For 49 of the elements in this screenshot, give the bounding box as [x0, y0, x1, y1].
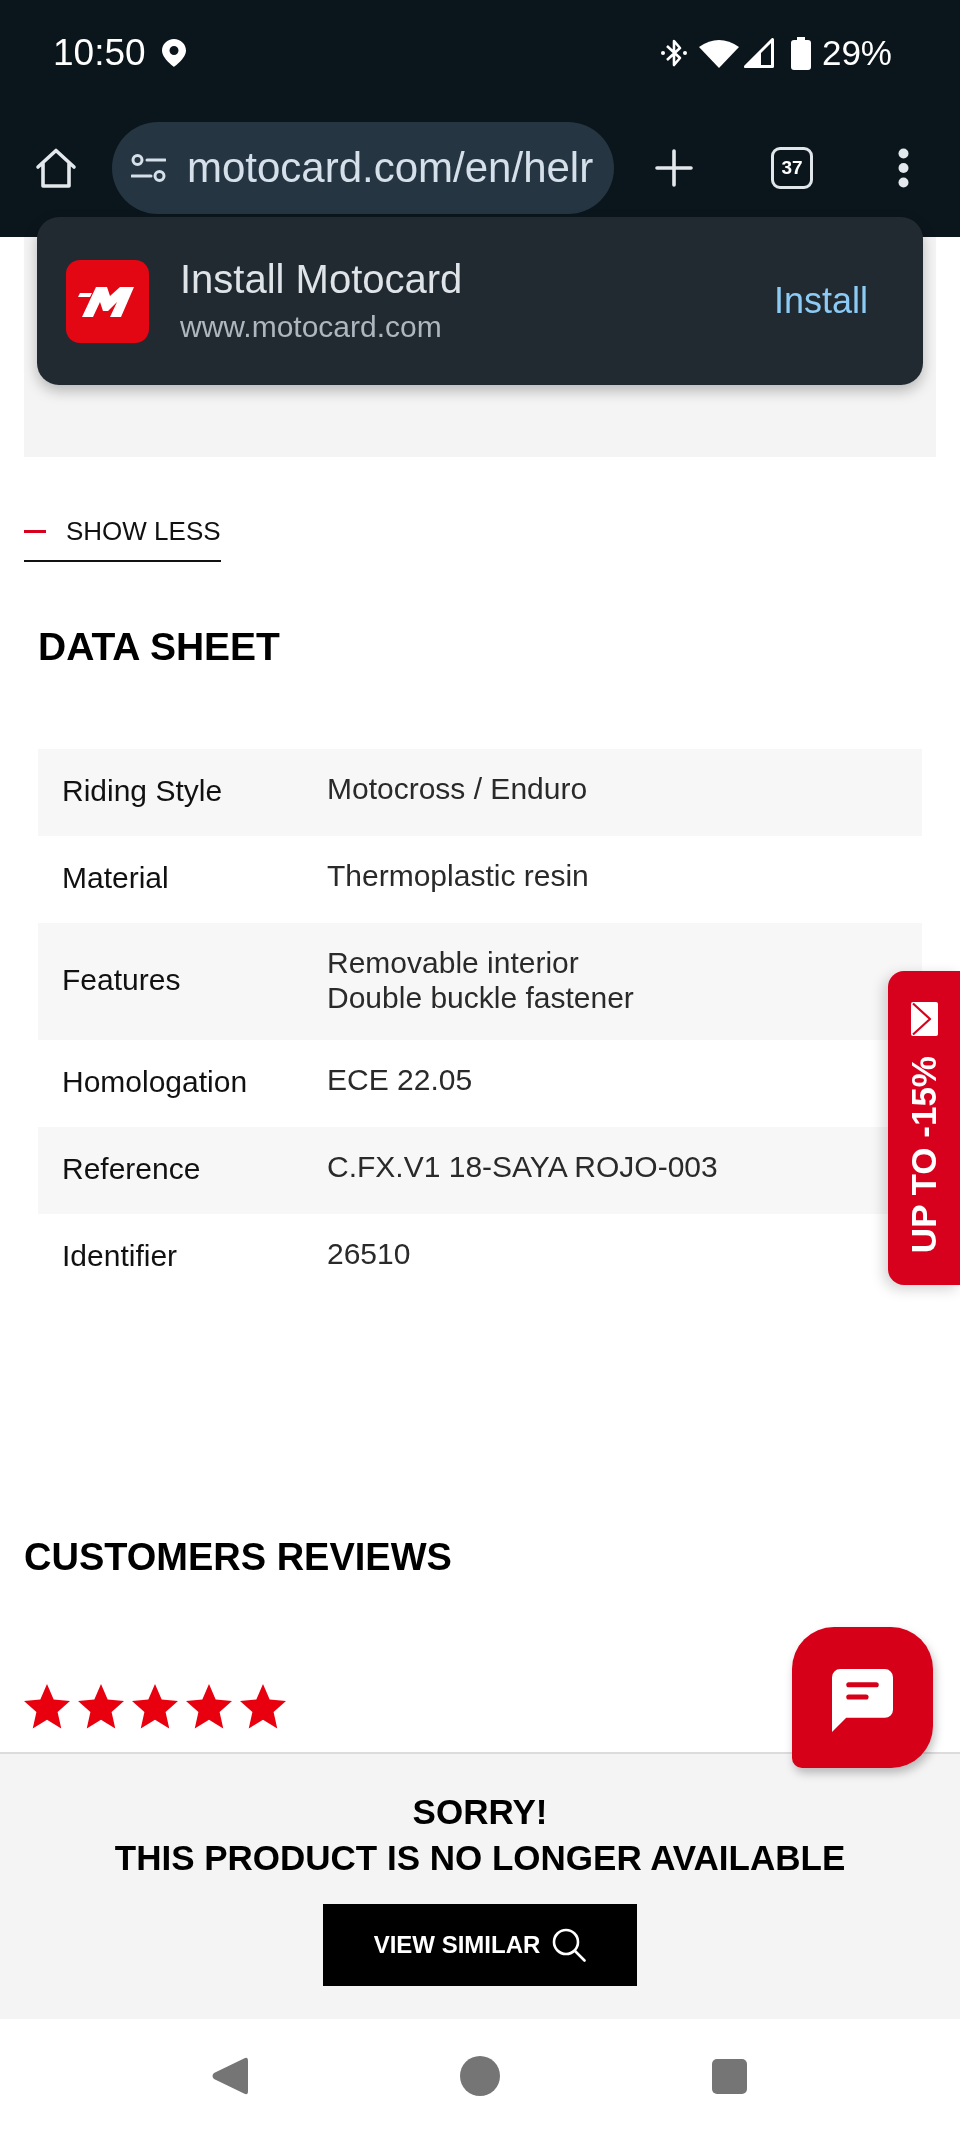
- envelope-icon: [910, 1002, 938, 1036]
- battery-percentage: 29%: [821, 32, 892, 74]
- recents-square-icon[interactable]: [712, 2058, 747, 2094]
- star-icon: [78, 1684, 124, 1729]
- row-value: C.FX.V1 18-SAYA ROJO-003: [327, 1149, 718, 1184]
- notice-message: THIS PRODUCT IS NO LONGER AVAILABLE: [114, 1837, 846, 1879]
- row-value: ECE 22.05: [327, 1062, 473, 1097]
- location-pin-icon: [161, 39, 186, 67]
- row-value: Double buckle fastener: [327, 980, 634, 1015]
- row-label: Identifier: [62, 1238, 178, 1274]
- app-logo-icon: [66, 259, 149, 343]
- banner-title: Install Motocard: [180, 256, 463, 303]
- banner-url: www.motocard.com: [180, 309, 442, 345]
- star-icon: [132, 1684, 178, 1729]
- row-label: Homologation: [62, 1064, 248, 1100]
- clock-time: 10:50: [53, 31, 146, 75]
- row-value: 26510: [327, 1236, 411, 1271]
- menu-icon[interactable]: [898, 147, 909, 188]
- promo-tab[interactable]: UP TO -15%: [888, 971, 960, 1285]
- search-icon: [552, 1928, 587, 1962]
- battery-icon: [790, 36, 811, 70]
- sliders-icon[interactable]: [131, 152, 166, 183]
- chat-button[interactable]: [792, 1627, 933, 1768]
- row-label: Material: [62, 860, 169, 896]
- home-circle-icon[interactable]: [460, 2056, 500, 2096]
- section-heading: DATA SHEET: [38, 624, 280, 670]
- bluetooth-icon: [660, 38, 687, 68]
- row-value: Motocross / Enduro: [327, 771, 588, 806]
- chat-bubble-icon: [832, 1669, 893, 1732]
- row-value: Thermoplastic resin: [327, 858, 589, 893]
- star-icon: [240, 1684, 286, 1729]
- signal-icon: [743, 38, 774, 68]
- install-button[interactable]: Install: [773, 280, 868, 322]
- row-label: Riding Style: [62, 773, 223, 809]
- row-label: Reference: [62, 1151, 201, 1187]
- tab-switcher-button[interactable]: 37: [771, 146, 813, 189]
- wifi-icon: [698, 38, 739, 68]
- view-similar-button[interactable]: VIEW SIMILAR: [323, 1904, 637, 1986]
- row-label: Features: [62, 962, 181, 998]
- star-icon: [186, 1684, 232, 1729]
- notice-title: SORRY!: [412, 1791, 548, 1833]
- star-icon: [24, 1684, 70, 1729]
- row-value: Removable interior: [327, 945, 579, 980]
- new-tab-plus-icon[interactable]: [655, 148, 693, 187]
- section-heading: CUSTOMERS REVIEWS: [24, 1535, 452, 1579]
- show-less-button[interactable]: SHOW LESS: [24, 516, 221, 562]
- address-bar[interactable]: motocard.com/en/helr: [112, 121, 614, 214]
- back-icon[interactable]: [211, 2056, 248, 2096]
- home-icon[interactable]: [35, 146, 77, 189]
